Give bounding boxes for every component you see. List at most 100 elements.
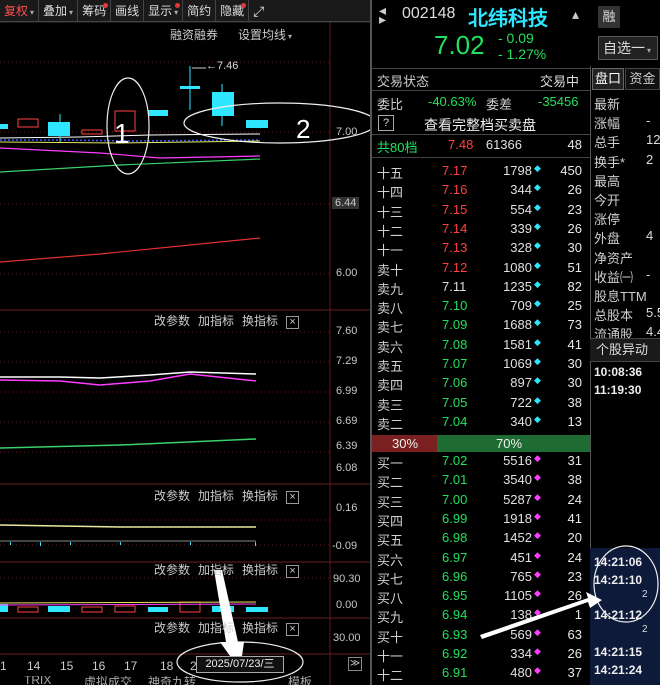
ask-row[interactable]: 卖七 7.09 1688 ◆ 73 xyxy=(372,317,590,336)
toolbar-button-label: 显示 xyxy=(148,4,173,18)
ask-row[interactable]: 卖八 7.10 709 ◆ 25 xyxy=(372,298,590,317)
book-ratio-bar: 30% 70% xyxy=(372,435,590,452)
level-count: 26 xyxy=(567,182,582,198)
close-icon[interactable]: × xyxy=(286,316,300,329)
stat-label: 股息TTM xyxy=(594,289,647,304)
chevron-down-icon: ▾ xyxy=(69,8,74,17)
ask-row[interactable]: 卖四 7.06 897 ◆ 30 xyxy=(372,375,590,394)
indicator-tab[interactable]: TRIX xyxy=(24,676,51,685)
toolbar-button[interactable]: 画线 xyxy=(111,0,145,22)
toolbar-button[interactable]: 简约 xyxy=(183,0,217,22)
stock-alerts-header[interactable]: 个股异动 xyxy=(590,338,660,362)
edit-params-button[interactable]: 改参数 xyxy=(154,563,190,577)
bid-row[interactable]: 买三 7.00 5287 ◆ 24 xyxy=(372,492,590,511)
margin-trading-button[interactable]: 融资融券 xyxy=(170,26,218,43)
ask-row[interactable]: 十一 7.13 328 ◆ 30 xyxy=(372,240,590,259)
toolbar-button[interactable]: 叠加 ▾ xyxy=(39,0,79,22)
level-label: 十三 xyxy=(377,204,404,220)
crosshair-date-label: 2025/07/23/三 xyxy=(196,656,284,673)
ask-row[interactable]: 十三 7.15 554 ◆ 23 xyxy=(372,202,590,221)
indicator-tab[interactable]: 虚拟成交 xyxy=(84,676,132,685)
indicator-axis-label: -0.09 xyxy=(332,540,358,552)
indicator-axis-label: 0.16 xyxy=(336,502,358,514)
nav-arrow-down[interactable]: ▸ xyxy=(379,11,386,28)
toolbar-button[interactable]: 显示 ▾ xyxy=(144,0,184,22)
close-icon[interactable]: × xyxy=(286,491,300,504)
x-axis-tick: 18 xyxy=(160,659,174,673)
order-marker-icon: ◆ xyxy=(534,278,541,289)
next-stock-icon[interactable]: ▴ xyxy=(572,6,579,23)
swap-indicator-button[interactable]: 换指标 xyxy=(242,489,278,503)
total-levels-label: 共80档 xyxy=(377,140,418,155)
total-levels-row: 共80档 7.48 61366 48 xyxy=(372,137,590,156)
stock-name: 北纬科技 xyxy=(468,8,548,30)
price-axis-label: 6.44 xyxy=(332,197,360,209)
toolbar-button[interactable]: 复权 ▾ xyxy=(0,0,40,22)
add-indicator-button[interactable]: 加指标 xyxy=(198,563,234,577)
ask-row[interactable]: 卖二 7.04 340 ◆ 13 xyxy=(372,414,590,433)
bid-row[interactable]: 买四 6.99 1918 ◆ 41 xyxy=(372,511,590,530)
ask-row[interactable]: 十五 7.17 1798 ◆ 450 xyxy=(372,163,590,182)
x-axis-tick: 1 xyxy=(0,659,7,673)
stat-label: 最高 xyxy=(594,173,621,189)
swap-indicator-button[interactable]: 换指标 xyxy=(242,621,278,635)
order-marker-icon: ◆ xyxy=(534,394,541,405)
ask-row[interactable]: 卖十 7.12 1080 ◆ 51 xyxy=(372,260,590,279)
level-label: 十二 xyxy=(377,223,404,239)
level-volume: 480 xyxy=(510,665,532,681)
order-marker-icon: ◆ xyxy=(534,259,541,270)
stat-label: 收益㈠ xyxy=(594,269,634,285)
toolbar-button[interactable]: 隐藏 xyxy=(216,0,250,22)
close-icon[interactable]: × xyxy=(286,623,300,636)
order-marker-icon: ◆ xyxy=(534,665,541,676)
ask-row[interactable]: 卖三 7.05 722 ◆ 38 xyxy=(372,395,590,414)
kline-chart[interactable]: 融资融券 设置均线 ▾ ←7.46 1 2 7.00 6.44 6.00 改参数加… xyxy=(0,21,377,685)
scroll-right-button[interactable]: ≫ xyxy=(348,657,362,671)
full-book-link[interactable]: 查看完整档买卖盘 xyxy=(424,115,536,135)
add-indicator-button[interactable]: 加指标 xyxy=(198,621,234,635)
add-indicator-button[interactable]: 加指标 xyxy=(198,314,234,328)
level-count: 25 xyxy=(567,298,582,314)
x-axis-tick: 15 xyxy=(60,659,74,673)
bid-row[interactable]: 买一 7.02 5516 ◆ 31 xyxy=(372,453,590,472)
stat-value: - xyxy=(646,266,651,282)
ask-row[interactable]: 十四 7.16 344 ◆ 26 xyxy=(372,182,590,201)
bid-row[interactable]: 十二 6.91 480 ◆ 37 xyxy=(372,665,590,684)
toolbar-button[interactable]: 筹码 xyxy=(78,0,112,22)
stat-row: 涨幅 - xyxy=(594,113,650,132)
order-diff-label: 委差 xyxy=(486,97,513,112)
ask-row[interactable]: 十二 7.14 339 ◆ 26 xyxy=(372,221,590,240)
ask-row[interactable]: 卖九 7.11 1235 ◆ 82 xyxy=(372,279,590,298)
level-label: 买十 xyxy=(377,629,404,645)
level-label: 卖七 xyxy=(377,320,404,336)
add-indicator-button[interactable]: 加指标 xyxy=(198,489,234,503)
watchlist-label: 自选一 xyxy=(603,40,645,56)
trade-status-value: 交易中 xyxy=(540,74,580,89)
swap-indicator-button[interactable]: 换指标 xyxy=(242,314,278,328)
total-levels-count: 48 xyxy=(567,137,582,152)
bid-row[interactable]: 买二 7.01 3540 ◆ 38 xyxy=(372,472,590,491)
swap-indicator-button[interactable]: 换指标 xyxy=(242,563,278,577)
watchlist-select[interactable]: 自选一 ▾ xyxy=(598,36,658,60)
divider xyxy=(372,157,590,158)
edit-params-button[interactable]: 改参数 xyxy=(154,314,190,328)
indicator-tab[interactable]: 模板 xyxy=(288,676,312,685)
order-marker-icon: ◆ xyxy=(534,182,541,193)
order-marker-icon: ◆ xyxy=(534,375,541,386)
expand-icon[interactable]: ⤢ xyxy=(249,0,268,22)
ask-row[interactable]: 卖六 7.08 1581 ◆ 41 xyxy=(372,337,590,356)
level-count: 30 xyxy=(567,240,582,256)
divider xyxy=(372,90,590,91)
stat-row: 总手 12 xyxy=(594,132,660,151)
edit-params-button[interactable]: 改参数 xyxy=(154,489,190,503)
annotation-1: 1 xyxy=(114,118,130,149)
help-icon[interactable]: ? xyxy=(378,115,394,131)
chevron-down-icon: ▾ xyxy=(647,46,652,55)
ma-settings-button[interactable]: 设置均线 ▾ xyxy=(238,26,292,43)
edit-params-button[interactable]: 改参数 xyxy=(154,621,190,635)
tab-quote[interactable]: 盘口 xyxy=(592,68,624,90)
tab-funds[interactable]: 资金 xyxy=(625,68,660,90)
ask-row[interactable]: 卖五 7.07 1069 ◆ 30 xyxy=(372,356,590,375)
indicator-tab[interactable]: 神奇九转 xyxy=(148,676,196,685)
close-icon[interactable]: × xyxy=(286,565,300,578)
